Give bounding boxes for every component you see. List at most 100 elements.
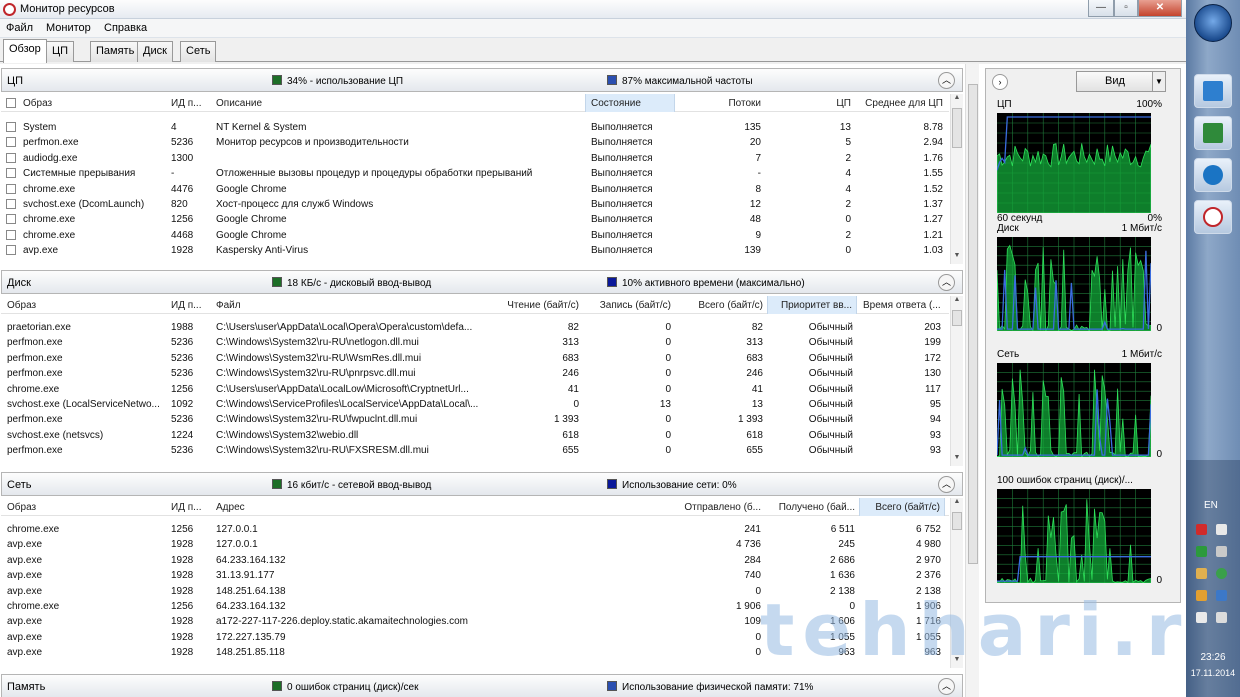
menu-monitor[interactable]: Монитор bbox=[46, 22, 91, 34]
row-checkbox[interactable] bbox=[6, 245, 16, 256]
menu-help[interactable]: Справка bbox=[104, 22, 147, 34]
tray-app-icon[interactable] bbox=[1216, 524, 1227, 535]
col-file[interactable]: Файл bbox=[216, 300, 486, 311]
minimize-button[interactable]: — bbox=[1088, 0, 1114, 17]
scroll-thumb[interactable] bbox=[968, 84, 978, 564]
table-row[interactable]: svchost.exe (LocalServiceNetwo... 1092 C:\… bbox=[1, 397, 949, 412]
table-row[interactable]: avp.exe 1928 64.233.164.132 284 2 686 2 970 bbox=[1, 553, 949, 568]
row-checkbox[interactable] bbox=[6, 199, 16, 209]
collapse-chevron-icon[interactable]: ︿ bbox=[938, 678, 955, 695]
table-row[interactable]: perfmon.exe 5236 C:\Windows\System32\ru-RU… bbox=[1, 412, 949, 427]
col-image[interactable]: Образ bbox=[23, 98, 163, 109]
scroll-up-icon[interactable]: ▲ bbox=[951, 296, 963, 308]
close-button[interactable]: ✕ bbox=[1138, 0, 1182, 17]
network-signal-icon[interactable] bbox=[1216, 612, 1227, 623]
col-received[interactable]: Получено (бай... bbox=[765, 502, 855, 513]
scroll-thumb[interactable] bbox=[952, 310, 962, 326]
row-checkbox[interactable] bbox=[6, 214, 16, 225]
clock-time[interactable]: 23:26 bbox=[1186, 652, 1240, 663]
scroll-thumb[interactable] bbox=[952, 108, 962, 148]
antivirus-icon[interactable] bbox=[1196, 524, 1207, 535]
table-row[interactable]: perfmon.exe 5236 C:\Windows\System32\ru-RU… bbox=[1, 335, 949, 350]
col-write[interactable]: Запись (байт/с) bbox=[585, 300, 671, 311]
table-row[interactable]: chrome.exe 1256 127.0.0.1 241 6 511 6 752 bbox=[1, 522, 949, 537]
scroll-up-icon[interactable]: ▲ bbox=[951, 94, 963, 106]
tray-app-icon[interactable] bbox=[1216, 546, 1227, 557]
collapse-chevron-icon[interactable]: ︿ bbox=[938, 72, 955, 89]
col-io-priority[interactable]: Приоритет вв... bbox=[767, 296, 857, 314]
table-row[interactable]: avp.exe 1928 127.0.0.1 4 736 245 4 980 bbox=[1, 537, 949, 552]
volume-icon[interactable] bbox=[1196, 612, 1207, 623]
wrench-icon[interactable] bbox=[1196, 590, 1207, 601]
table-row[interactable]: audiodg.exe 1300 Выполняется 7 2 1.76 bbox=[1, 151, 949, 166]
select-all-checkbox[interactable] bbox=[6, 98, 16, 108]
view-button[interactable]: Вид bbox=[1076, 71, 1154, 92]
scroll-down-icon[interactable]: ▼ bbox=[951, 252, 963, 264]
table-row[interactable]: perfmon.exe 5236 C:\Windows\System32\ru-RU… bbox=[1, 351, 949, 366]
taskbar-app-browser-icon[interactable] bbox=[1194, 158, 1232, 192]
row-checkbox[interactable] bbox=[6, 137, 16, 148]
col-pid[interactable]: ИД п... bbox=[171, 300, 211, 311]
menu-file[interactable]: Файл bbox=[6, 22, 33, 34]
scroll-thumb[interactable] bbox=[952, 512, 962, 530]
clock-date[interactable]: 17.11.2014 bbox=[1186, 668, 1240, 678]
table-row[interactable]: chrome.exe 4468 Google Chrome Выполняется 9 2… bbox=[1, 228, 949, 243]
table-row[interactable]: perfmon.exe 5236 Монитор ресурсов и произв… bbox=[1, 135, 949, 150]
disk-scrollbar[interactable]: ▲ ▼ bbox=[950, 296, 963, 466]
row-checkbox[interactable] bbox=[6, 229, 16, 240]
collapse-chevron-icon[interactable]: ︿ bbox=[938, 274, 955, 291]
tray-app-icon[interactable] bbox=[1196, 568, 1207, 579]
col-response-time[interactable]: Время ответа (... bbox=[863, 300, 945, 311]
row-checkbox[interactable] bbox=[6, 168, 16, 179]
table-row[interactable]: avp.exe 1928 Kaspersky Anti-Virus Выполняет… bbox=[1, 243, 949, 258]
col-description[interactable]: Описание bbox=[216, 98, 576, 109]
taskbar-app-taskmgr-icon[interactable] bbox=[1194, 116, 1232, 150]
row-checkbox[interactable] bbox=[6, 183, 16, 194]
tab-network[interactable]: Сеть bbox=[180, 41, 217, 62]
taskbar-app-resmon-icon[interactable] bbox=[1194, 200, 1232, 234]
table-row[interactable]: perfmon.exe 5236 C:\Windows\System32\ru-RU… bbox=[1, 443, 949, 458]
table-row[interactable]: avp.exe 1928 31.13.91.177 740 1 636 2 376 bbox=[1, 568, 949, 583]
tab-cpu[interactable]: ЦП bbox=[46, 41, 75, 62]
expand-arrow-icon[interactable]: › bbox=[992, 74, 1008, 90]
row-checkbox[interactable] bbox=[6, 152, 16, 163]
col-image[interactable]: Образ bbox=[7, 502, 163, 513]
taskbar-app-remote-icon[interactable] bbox=[1194, 74, 1232, 108]
language-indicator[interactable]: EN bbox=[1204, 500, 1218, 511]
col-threads[interactable]: Потоки bbox=[681, 98, 761, 109]
col-read[interactable]: Чтение (байт/с) bbox=[493, 300, 579, 311]
tab-disk[interactable]: Диск bbox=[137, 41, 173, 62]
col-pid[interactable]: ИД п... bbox=[171, 98, 211, 109]
cpu-section-header[interactable]: ЦП 34% - использование ЦП 87% максимальн… bbox=[1, 68, 963, 92]
network-section-header[interactable]: Сеть 16 кбит/с - сетевой ввод-вывод Испо… bbox=[1, 472, 963, 496]
bluetooth-icon[interactable] bbox=[1216, 590, 1227, 601]
table-row[interactable]: System 4 NT Kernel & System Выполняется 135 1… bbox=[1, 120, 949, 135]
col-cpu[interactable]: ЦП bbox=[771, 98, 851, 109]
shield-icon[interactable] bbox=[1216, 568, 1227, 579]
start-button-icon[interactable] bbox=[1194, 4, 1232, 42]
col-pid[interactable]: ИД п... bbox=[171, 502, 211, 513]
table-row[interactable]: chrome.exe 4476 Google Chrome Выполняется 8 4… bbox=[1, 182, 949, 197]
scroll-down-icon[interactable]: ▼ bbox=[951, 454, 963, 466]
col-sent[interactable]: Отправлено (б... bbox=[671, 502, 761, 513]
cpu-scrollbar[interactable]: ▲ ▼ bbox=[950, 94, 963, 264]
table-row[interactable]: chrome.exe 1256 Google Chrome Выполняется 48… bbox=[1, 212, 949, 227]
tab-overview[interactable]: Обзор bbox=[3, 39, 47, 63]
table-row[interactable]: praetorian.exe 1988 C:\Users\user\AppData\… bbox=[1, 320, 949, 335]
col-total[interactable]: Всего (байт/с) bbox=[677, 300, 763, 311]
row-checkbox[interactable] bbox=[6, 122, 16, 132]
col-avg-cpu[interactable]: Среднее для ЦП bbox=[857, 98, 943, 109]
table-row[interactable]: svchost.exe (netsvcs) 1224 C:\Windows\Syst… bbox=[1, 428, 949, 443]
col-address[interactable]: Адрес bbox=[216, 502, 616, 513]
collapse-chevron-icon[interactable]: ︿ bbox=[938, 476, 955, 493]
tab-memory[interactable]: Память bbox=[90, 41, 141, 62]
view-dropdown-icon[interactable]: ▼ bbox=[1152, 71, 1166, 92]
table-row[interactable]: Системные прерывания - Отложенные вызовы п… bbox=[1, 166, 949, 181]
col-image[interactable]: Образ bbox=[7, 300, 163, 311]
tray-monitor-icon[interactable] bbox=[1196, 546, 1207, 557]
table-row[interactable]: svchost.exe (DcomLaunch) 820 Хост-процесс … bbox=[1, 197, 949, 212]
maximize-button[interactable]: ▫ bbox=[1114, 0, 1138, 17]
col-total[interactable]: Всего (байт/с) bbox=[859, 498, 945, 516]
disk-section-header[interactable]: Диск 18 КБ/с - дисковый ввод-вывод 10% а… bbox=[1, 270, 963, 294]
table-row[interactable]: perfmon.exe 5236 C:\Windows\System32\ru-RU… bbox=[1, 366, 949, 381]
